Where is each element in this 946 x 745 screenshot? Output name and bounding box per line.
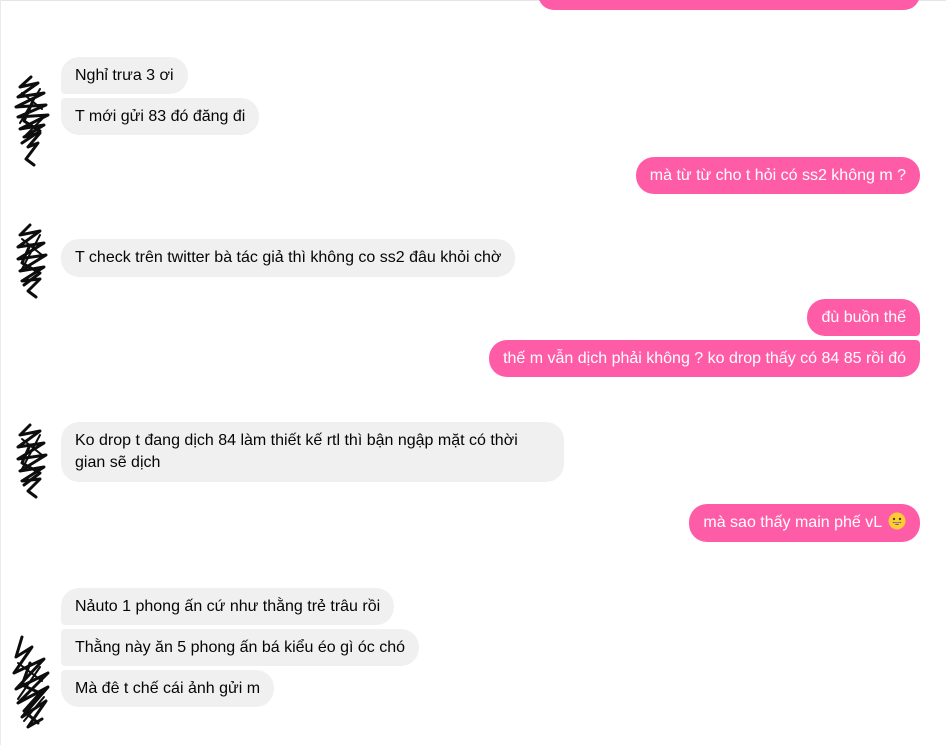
- message-bubble-outgoing[interactable]: thế m vẫn dịch phải không ? ko drop thấy…: [489, 340, 920, 377]
- message-text: đù buồn thế: [821, 309, 906, 326]
- message-bubble-partial[interactable]: [538, 0, 920, 10]
- message-text: mà từ từ cho t hỏi có ss2 không m ?: [649, 167, 906, 184]
- message-bubble-incoming[interactable]: Mà đê t chế cái ảnh gửi m: [61, 670, 275, 707]
- message-text: T check trên twitter bà tác giả thì khôn…: [75, 249, 502, 266]
- message-bubble-incoming[interactable]: T mới gửi 83 đó đăng đi: [61, 98, 260, 135]
- message-bubble-incoming[interactable]: Ko drop t đang dịch 84 làm thiết kế rtl …: [61, 422, 564, 482]
- message-text: thế m vẫn dịch phải không ? ko drop thấy…: [503, 350, 906, 367]
- avatar-scribbled-icon[interactable]: [10, 421, 52, 501]
- message-bubble-incoming[interactable]: Nghỉ trưa 3 ơi: [61, 57, 188, 94]
- message-bubble-incoming[interactable]: Nảuto 1 phong ấn cứ như thằng trẻ trâu r…: [61, 588, 395, 625]
- message-text: Nảuto 1 phong ấn cứ như thằng trẻ trâu r…: [75, 598, 381, 615]
- message-text: Nghỉ trưa 3 ơi: [75, 67, 174, 84]
- message-bubble-incoming[interactable]: T check trên twitter bà tác giả thì khôn…: [61, 239, 516, 277]
- message-text: T mới gửi 83 đó đăng đi: [75, 108, 246, 125]
- grinning-face-icon: [888, 512, 906, 530]
- message-bubble-incoming[interactable]: Thằng này ăn 5 phong ấn bá kiểu éo gì óc…: [61, 629, 420, 666]
- message-bubble-outgoing[interactable]: mà từ từ cho t hỏi có ss2 không m ?: [635, 157, 920, 194]
- avatar-scribbled-icon[interactable]: [10, 221, 52, 301]
- message-text: Ko drop t đang dịch 84 làm thiết kế rtl …: [75, 432, 518, 471]
- message-text: mà sao thấy main phế vL: [703, 514, 882, 531]
- message-bubble-outgoing[interactable]: đù buồn thế: [807, 299, 920, 336]
- message-bubble-outgoing[interactable]: mà sao thấy main phế vL: [689, 504, 920, 542]
- avatar-scribbled-icon[interactable]: [8, 633, 54, 733]
- avatar-scribbled-icon[interactable]: [10, 73, 52, 169]
- message-text: Mà đê t chế cái ảnh gửi m: [75, 680, 261, 697]
- left-divider: [0, 0, 1, 745]
- message-text: Thằng này ăn 5 phong ấn bá kiểu éo gì óc…: [75, 639, 406, 656]
